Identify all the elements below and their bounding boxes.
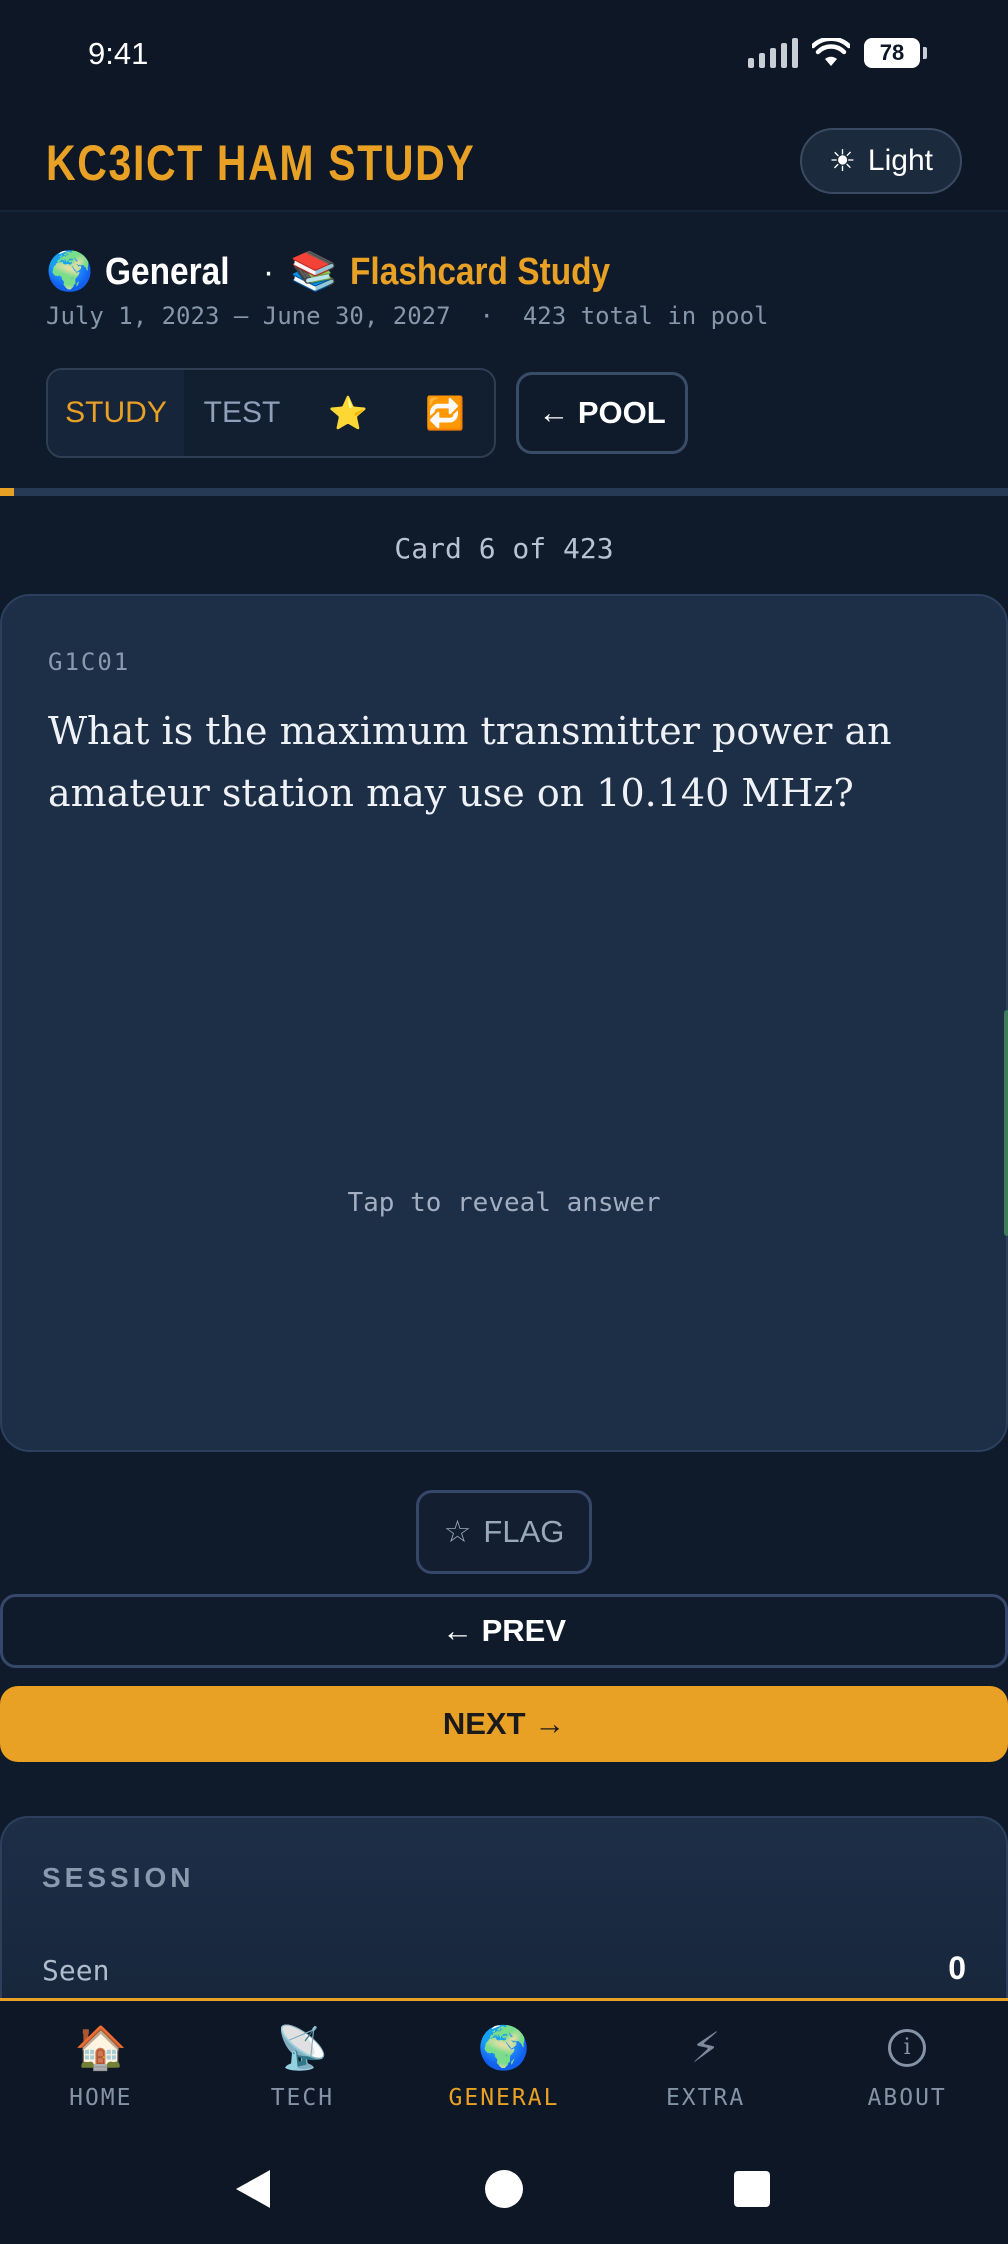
nav-tech[interactable]: 📡 TECH bbox=[202, 2001, 404, 2134]
nav-home[interactable]: 🏠 HOME bbox=[0, 2001, 202, 2134]
tab-study[interactable]: STUDY bbox=[48, 370, 184, 456]
nav-about-label: ABOUT bbox=[867, 2085, 947, 2111]
app-header: KC3ICT HAM STUDY ☀ Light bbox=[0, 112, 1008, 212]
mode-name: Flashcard Study bbox=[349, 250, 610, 293]
signal-icon bbox=[748, 38, 798, 68]
nav-about[interactable]: i ABOUT bbox=[806, 2001, 1008, 2134]
satellite-dish-icon: 📡 bbox=[276, 2023, 329, 2072]
progress-bar bbox=[0, 488, 1008, 496]
back-icon[interactable] bbox=[236, 2170, 270, 2208]
session-card: SESSION Seen 0 bbox=[0, 1816, 1008, 2006]
theme-toggle-button[interactable]: ☀ Light bbox=[800, 128, 962, 194]
question-id: G1C01 bbox=[48, 648, 131, 676]
nav-home-label: HOME bbox=[69, 2085, 133, 2111]
nav-general[interactable]: 🌍 GENERAL bbox=[403, 2001, 605, 2134]
globe-icon: 🌍 bbox=[477, 2023, 531, 2072]
session-seen-value: 0 bbox=[948, 1950, 966, 1986]
flag-label: FLAG bbox=[483, 1514, 565, 1549]
nav-extra-label: EXTRA bbox=[665, 2085, 746, 2111]
globe-icon: 🌍 bbox=[46, 251, 94, 293]
repeat-icon[interactable]: 🔁 bbox=[396, 370, 494, 456]
lightning-icon: ⚡ bbox=[690, 2023, 721, 2072]
pool-button[interactable]: ← POOL bbox=[516, 372, 688, 454]
card-counter: Card 6 of 423 bbox=[394, 532, 614, 565]
star-outline-icon: ☆ bbox=[443, 1514, 472, 1549]
nav-tech-label: TECH bbox=[270, 2085, 335, 2111]
star-icon[interactable]: ⭐ bbox=[300, 370, 396, 456]
home-circle-icon[interactable] bbox=[485, 2170, 523, 2208]
section-heading: 🌍 General · 📚 Flashcard Study bbox=[46, 250, 645, 294]
battery-icon: 78 bbox=[864, 38, 927, 68]
session-title: SESSION bbox=[42, 1862, 195, 1893]
tab-test[interactable]: TEST bbox=[184, 370, 300, 456]
bottom-nav: 🏠 HOME 📡 TECH 🌍 GENERAL ⚡ EXTRA i ABOUT bbox=[0, 1998, 1008, 2134]
wifi-icon bbox=[812, 38, 850, 66]
prev-button[interactable]: ← PREV bbox=[0, 1594, 1008, 1668]
question-text: What is the maximum transmitter power an… bbox=[48, 709, 892, 815]
status-time: 9:41 bbox=[88, 36, 149, 71]
app-title: KC3ICT HAM STUDY bbox=[46, 135, 476, 191]
system-nav-bar bbox=[0, 2134, 1008, 2244]
status-bar: 9:41 78 bbox=[0, 0, 1008, 112]
nav-general-label: GENERAL bbox=[448, 2085, 560, 2111]
status-icons: 78 bbox=[748, 38, 927, 68]
session-seen-label: Seen bbox=[42, 1954, 110, 1987]
sun-icon: ☀ bbox=[829, 144, 856, 178]
reveal-hint: Tap to reveal answer bbox=[347, 1188, 661, 1218]
nav-extra[interactable]: ⚡ EXTRA bbox=[605, 2001, 807, 2134]
section-separator: · bbox=[262, 252, 275, 291]
pool-meta: July 1, 2023 – June 30, 2027 · 423 total… bbox=[46, 302, 769, 330]
flag-button[interactable]: ☆ FLAG bbox=[416, 1490, 592, 1574]
recents-icon[interactable] bbox=[734, 2171, 770, 2207]
books-icon: 📚 bbox=[290, 251, 338, 293]
section-name: General bbox=[105, 250, 230, 293]
scrollbar[interactable] bbox=[1004, 1010, 1008, 1236]
next-button[interactable]: NEXT → bbox=[0, 1686, 1008, 1762]
home-icon: 🏠 bbox=[74, 2023, 127, 2072]
progress-fill bbox=[0, 488, 15, 496]
info-icon: i bbox=[888, 2029, 927, 2067]
mode-tabs: STUDY TEST ⭐ 🔁 bbox=[46, 368, 496, 458]
theme-toggle-label: Light bbox=[867, 144, 933, 177]
flashcard[interactable]: G1C01 What is the maximum transmitter po… bbox=[0, 594, 1008, 1452]
